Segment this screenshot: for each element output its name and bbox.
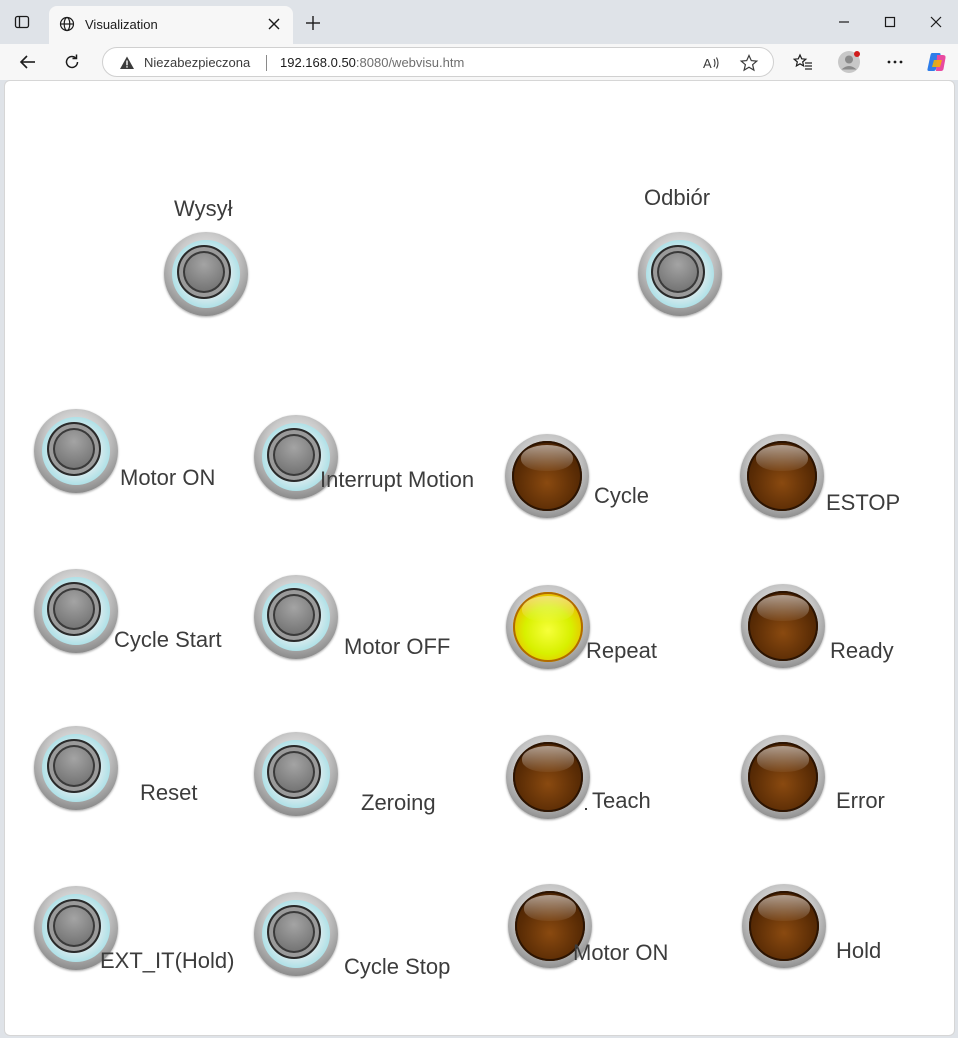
new-tab-icon[interactable]: [304, 14, 322, 32]
profile-avatar-icon[interactable]: [837, 50, 861, 74]
interrupt-motion-button-label: Interrupt Motion: [320, 467, 475, 492]
wysyl-button[interactable]: [164, 232, 248, 316]
cycle-stop-button-label: Cycle Stop: [344, 954, 451, 979]
omnibox-divider: [266, 55, 267, 71]
web-visualization-page: [4, 80, 955, 1036]
motor-off-button[interactable]: [254, 575, 338, 659]
url-text[interactable]: 192.168.0.50:8080/webvisu.htm: [280, 55, 464, 70]
address-toolbar: Niezabezpieczona 192.168.0.50:8080/webvi…: [0, 44, 958, 80]
security-label[interactable]: Niezabezpieczona: [144, 55, 250, 70]
read-aloud-icon[interactable]: A: [701, 53, 721, 73]
zeroing-button-label: Zeroing: [361, 790, 436, 815]
tab-actions-icon[interactable]: [14, 14, 30, 30]
hold-lamp-label: Hold: [836, 938, 882, 963]
cycle-start-button[interactable]: [34, 569, 118, 653]
motor-on-button[interactable]: [34, 409, 118, 493]
ready-lamp-label: Ready: [830, 638, 894, 663]
teach-lamp: [506, 735, 590, 819]
warning-icon[interactable]: [119, 55, 135, 71]
error-lamp: [741, 735, 825, 819]
cycle-lamp: [505, 434, 589, 518]
odbior-button[interactable]: [638, 232, 722, 316]
stray-dot: [585, 808, 587, 810]
motor-off-button-label: Motor OFF: [344, 634, 451, 659]
motor-on-button-label: Motor ON: [120, 465, 216, 490]
teach-lamp-label: Teach: [592, 788, 651, 813]
title-bar: Visualization: [0, 0, 958, 44]
cycle-stop-button[interactable]: [254, 892, 338, 976]
url-path: :8080/webvisu.htm: [355, 55, 465, 70]
cycle-start-button-label: Cycle Start: [114, 627, 222, 652]
zeroing-button[interactable]: [254, 732, 338, 816]
estop-lamp-label: ESTOP: [826, 490, 901, 515]
ext-it-hold-button-label: EXT_IT(Hold): [100, 948, 235, 973]
url-host: 192.168.0.50: [280, 55, 356, 70]
browser-tab[interactable]: Visualization: [49, 6, 293, 44]
reset-button-label: Reset: [140, 780, 198, 805]
odbior-label: Odbiór: [644, 185, 711, 210]
error-lamp-label: Error: [836, 788, 885, 813]
estop-lamp: [740, 434, 824, 518]
favorites-list-icon[interactable]: [793, 52, 813, 72]
close-window-icon[interactable]: [926, 12, 946, 32]
maximize-icon[interactable]: [880, 12, 900, 32]
address-bar[interactable]: Niezabezpieczona 192.168.0.50:8080/webvi…: [102, 47, 774, 77]
reset-button[interactable]: [34, 726, 118, 810]
wysyl-label: Wysył: [174, 196, 233, 221]
tab-title: Visualization: [85, 17, 158, 32]
ready-lamp: [741, 584, 825, 668]
globe-icon: [59, 16, 75, 32]
close-tab-icon[interactable]: [265, 15, 283, 33]
repeat-lamp: [506, 585, 590, 669]
minimize-icon[interactable]: [834, 12, 854, 32]
hold-lamp: [742, 884, 826, 968]
cycle-lamp-label: Cycle: [594, 483, 650, 508]
refresh-icon[interactable]: [62, 52, 82, 72]
motor-on-lamp-label: Motor ON: [573, 940, 669, 965]
back-arrow-icon[interactable]: [18, 52, 38, 72]
svg-text:A: A: [703, 56, 712, 71]
more-options-icon[interactable]: [885, 52, 905, 72]
favorite-star-icon[interactable]: [739, 53, 759, 73]
repeat-lamp-label: Repeat: [586, 638, 657, 663]
copilot-icon[interactable]: [925, 50, 949, 74]
